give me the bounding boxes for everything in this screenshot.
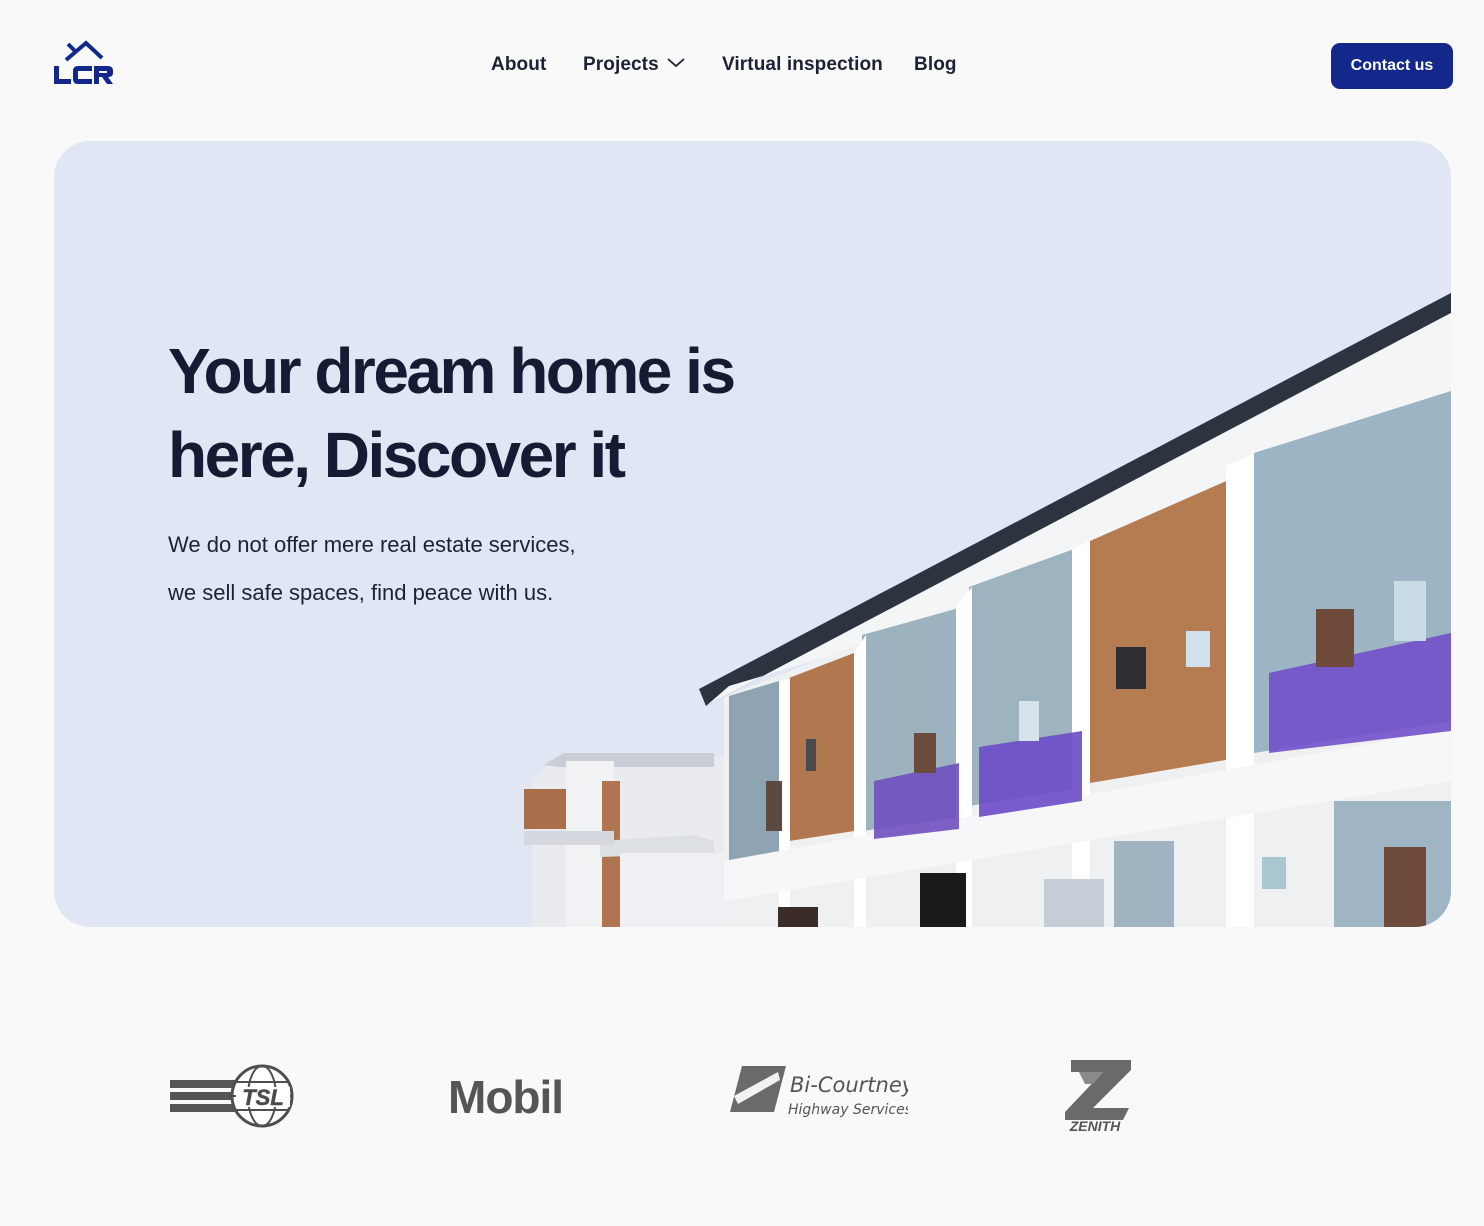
bi-courtney-tagline: Highway Services Ltd. <box>788 1102 908 1118</box>
site-header: About Projects Virtual inspection Blog C… <box>0 0 1484 130</box>
bi-courtney-name: Bi-Courtney <box>790 1073 908 1097</box>
tsl-text: TSL <box>242 1085 284 1110</box>
hero-subtitle: We do not offer mere real estate service… <box>168 521 688 617</box>
nav-projects-label: Projects <box>583 54 659 76</box>
nav-blog[interactable]: Blog <box>914 54 957 76</box>
hero-title-line-2: here, Discover it <box>168 419 626 491</box>
zenith-text: ZENITH <box>1069 1118 1121 1134</box>
hero-title: Your dream home is here, Discover it <box>168 329 808 497</box>
hero-title-line-1: Your dream home is <box>168 335 736 407</box>
main-nav: About Projects Virtual inspection Blog <box>0 54 1484 80</box>
chevron-down-icon <box>667 52 685 74</box>
hero-subtitle-line-2: we sell safe spaces, find peace with us. <box>168 580 554 605</box>
nav-projects[interactable]: Projects <box>583 54 685 76</box>
nav-virtual-inspection[interactable]: Virtual inspection <box>722 54 883 76</box>
bi-courtney-logo: Bi-Courtney Highway Services Ltd. <box>728 1062 943 1122</box>
partner-logos: TSL Mobil Bi-Courtney Highway Services L… <box>0 1040 1484 1150</box>
mobil-logo: Mobil <box>448 1071 564 1123</box>
zenith-logo: ZENITH <box>1063 1058 1135 1134</box>
tsl-logo: TSL <box>168 1062 298 1128</box>
hero-subtitle-line-1: We do not offer mere real estate service… <box>168 532 576 557</box>
contact-us-button[interactable]: Contact us <box>1331 43 1453 89</box>
hero-section: Your dream home is here, Discover it We … <box>54 141 1451 927</box>
nav-about[interactable]: About <box>491 54 546 76</box>
